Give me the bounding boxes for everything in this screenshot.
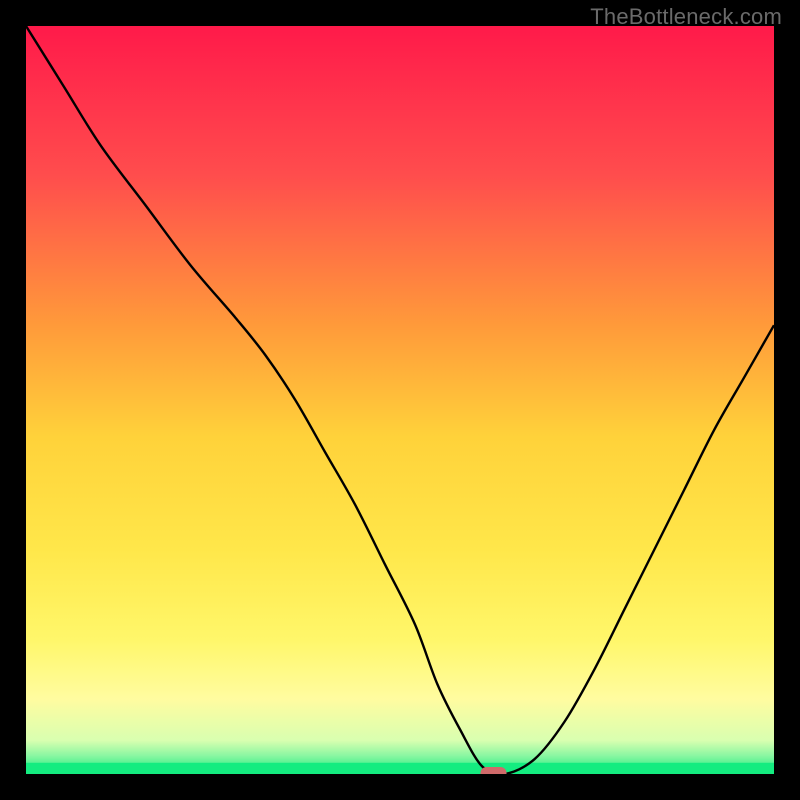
chart-container: TheBottleneck.com xyxy=(0,0,800,800)
gradient-background xyxy=(26,26,774,774)
bottleneck-plot xyxy=(26,26,774,774)
optimal-marker xyxy=(481,767,507,774)
plot-svg xyxy=(26,26,774,774)
green-band xyxy=(26,763,774,774)
